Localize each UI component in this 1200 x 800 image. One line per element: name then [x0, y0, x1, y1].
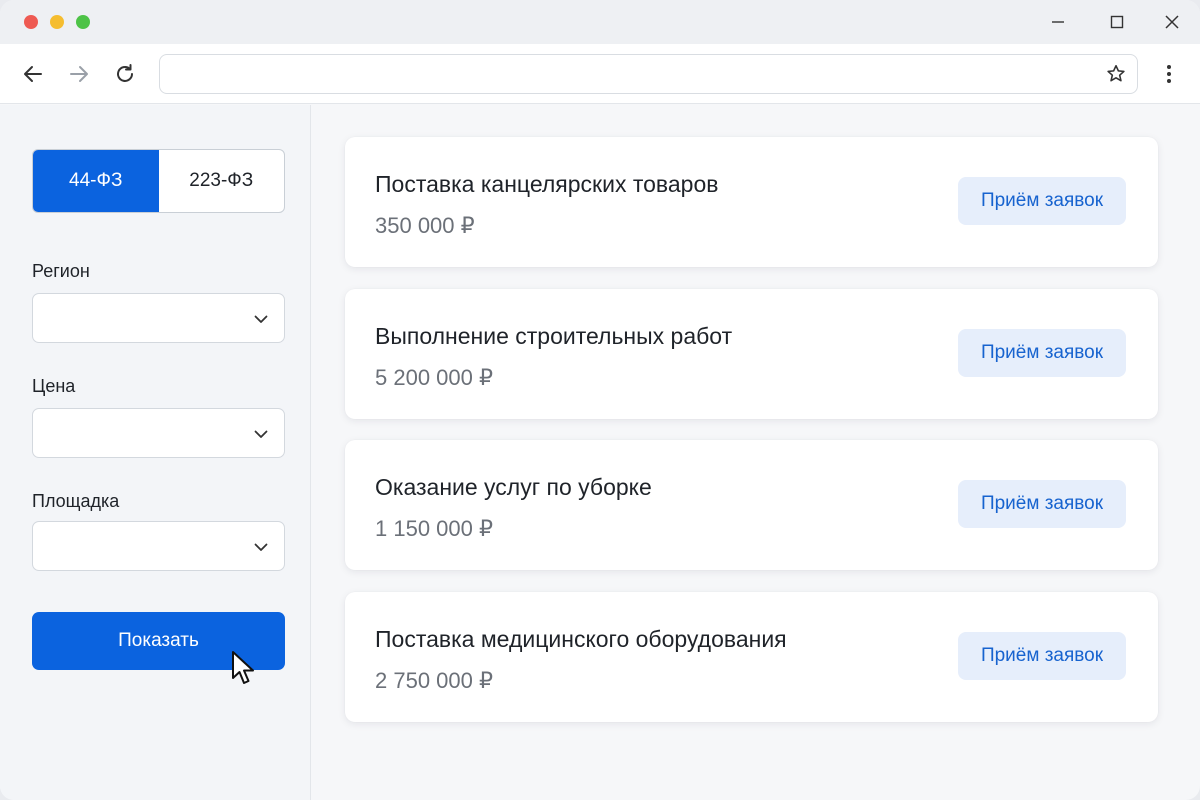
minimize-icon[interactable]	[1046, 10, 1070, 34]
chevron-down-icon	[252, 425, 270, 443]
tab-223-fz[interactable]: 223-ФЗ	[159, 150, 285, 212]
platform-label: Площадка	[32, 491, 120, 511]
address-bar[interactable]	[159, 54, 1138, 94]
status-badge[interactable]: Приём заявок	[958, 329, 1126, 377]
region-select[interactable]	[32, 293, 285, 343]
tender-card[interactable]: Выполнение строительных работ 5 200 000 …	[345, 289, 1158, 419]
more-options-icon[interactable]	[1157, 62, 1181, 86]
show-results-button[interactable]: Показать	[32, 612, 285, 670]
title-bar	[0, 0, 1200, 44]
price-select[interactable]	[32, 408, 285, 458]
status-badge[interactable]: Приём заявок	[958, 480, 1126, 528]
chevron-down-icon	[252, 310, 270, 328]
tender-price: 5 200 000 ₽	[375, 365, 493, 390]
tender-title: Оказание услуг по уборке	[375, 474, 652, 500]
region-label: Регион	[32, 261, 90, 281]
forward-arrow-icon[interactable]	[67, 62, 91, 86]
chevron-down-icon	[252, 538, 270, 556]
tender-card[interactable]: Поставка медицинского оборудования 2 750…	[345, 592, 1158, 722]
zoom-traffic-light[interactable]	[76, 15, 90, 29]
reload-icon[interactable]	[113, 62, 137, 86]
status-badge[interactable]: Приём заявок	[958, 632, 1126, 680]
tender-price: 2 750 000 ₽	[375, 668, 493, 693]
minimize-traffic-light[interactable]	[50, 15, 64, 29]
close-traffic-light[interactable]	[24, 15, 38, 29]
platform-select[interactable]	[32, 521, 285, 571]
status-badge[interactable]: Приём заявок	[958, 177, 1126, 225]
law-type-segmented-control: 44-ФЗ 223-ФЗ	[32, 149, 285, 213]
close-icon[interactable]	[1160, 10, 1184, 34]
tender-price: 1 150 000 ₽	[375, 516, 493, 541]
browser-window: 44-ФЗ 223-ФЗ Регион Цена Площадка Показа…	[0, 0, 1200, 800]
filter-sidebar: 44-ФЗ 223-ФЗ Регион Цена Площадка Показа…	[0, 105, 311, 800]
address-input[interactable]	[172, 63, 1092, 87]
back-arrow-icon[interactable]	[21, 62, 45, 86]
bookmark-star-icon[interactable]	[1105, 63, 1127, 85]
tender-card[interactable]: Поставка канцелярских товаров 350 000 ₽ …	[345, 137, 1158, 267]
browser-toolbar	[0, 44, 1200, 104]
tender-title: Поставка медицинского оборудования	[375, 626, 787, 652]
maximize-icon[interactable]	[1105, 10, 1129, 34]
price-label: Цена	[32, 376, 76, 396]
tender-list: Поставка канцелярских товаров 350 000 ₽ …	[312, 105, 1200, 800]
tender-title: Выполнение строительных работ	[375, 323, 733, 349]
tab-44-fz[interactable]: 44-ФЗ	[33, 150, 159, 212]
tender-title: Поставка канцелярских товаров	[375, 171, 719, 197]
tender-price: 350 000 ₽	[375, 213, 475, 238]
tender-card[interactable]: Оказание услуг по уборке 1 150 000 ₽ При…	[345, 440, 1158, 570]
